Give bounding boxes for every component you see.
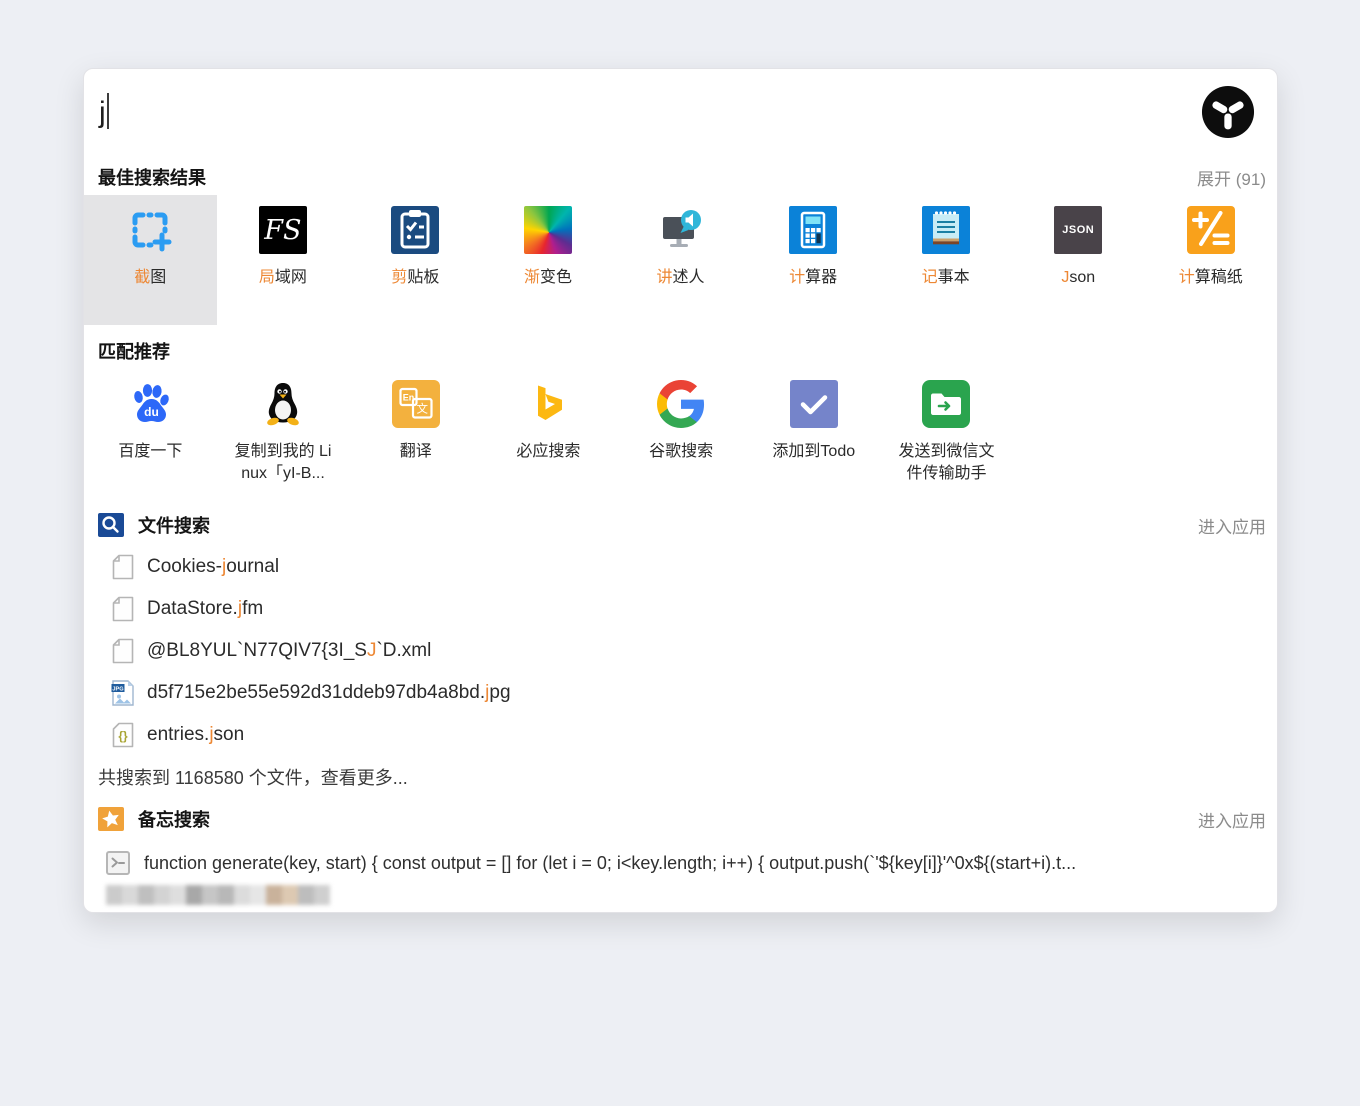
- terminal-icon: [106, 851, 130, 875]
- launcher-window: j 最佳搜索结果 展开 (91): [83, 68, 1278, 913]
- fs-lan-icon: FS: [259, 206, 307, 254]
- tile-label: 必应搜索: [499, 441, 597, 463]
- svg-text:{}: {}: [118, 729, 128, 743]
- text-caret: [107, 93, 109, 129]
- tile-copy-to-linux[interactable]: 复制到我的 Linux「yI-B...: [217, 369, 350, 512]
- tile-screenshot[interactable]: 截图: [84, 195, 217, 325]
- screenshot-icon: [126, 206, 174, 254]
- tile-label: 讲述人: [632, 267, 730, 289]
- tile-clipboard[interactable]: 剪贴板: [349, 195, 482, 325]
- file-result-row[interactable]: JPG d5f715e2be55e592d31ddeb97db4a8bd.jpg: [84, 672, 1277, 714]
- file-name: DataStore.jfm: [147, 598, 263, 620]
- section-title-memo: 备忘搜索: [138, 806, 210, 832]
- document-icon: [111, 637, 135, 665]
- tile-label: 百度一下: [101, 441, 199, 463]
- memo-result-row[interactable]: function generate(key, start) { const ou…: [84, 848, 1277, 878]
- google-icon: [657, 380, 705, 428]
- file-search-header: 文件搜索 进入应用: [84, 512, 1277, 538]
- tile-baidu-search[interactable]: du 百度一下: [84, 369, 217, 512]
- tile-wechat-file-transfer[interactable]: 发送到微信文件传输助手: [880, 369, 1013, 512]
- search-bar: j: [84, 69, 1277, 164]
- section-title-best: 最佳搜索结果: [98, 164, 206, 190]
- color-wheel-icon: [524, 206, 572, 254]
- match-header: 匹配推荐: [84, 338, 1277, 364]
- file-search-app-icon: [98, 513, 124, 537]
- baidu-icon: du: [126, 380, 174, 428]
- file-name: entries.json: [147, 724, 244, 746]
- bing-icon: [524, 380, 572, 428]
- todo-check-icon: [790, 380, 838, 428]
- file-name: @BL8YUL`N77QIV7{3I_SJ`D.xml: [147, 640, 431, 662]
- jpg-file-icon: JPG: [111, 679, 135, 707]
- tile-label: Json: [1029, 267, 1127, 289]
- tile-lan[interactable]: FS 局域网: [217, 195, 350, 325]
- best-results-header: 最佳搜索结果 展开 (91): [84, 164, 1277, 190]
- tile-calc-paper[interactable]: 计算稿纸: [1145, 195, 1278, 325]
- tile-label: 复制到我的 Linux「yI-B...: [234, 441, 332, 484]
- tile-bing-search[interactable]: 必应搜索: [482, 369, 615, 512]
- tux-penguin-icon: [259, 380, 307, 428]
- tile-label: 剪贴板: [366, 267, 464, 289]
- file-results: Cookies-journal DataStore.jfm @BL8YUL`N7…: [84, 546, 1277, 756]
- match-row: du 百度一下 复制到我的 Linux「yI-B...: [84, 369, 1277, 512]
- file-result-row[interactable]: {} entries.json: [84, 714, 1277, 756]
- svg-text:du: du: [145, 405, 160, 419]
- svg-text:JPG: JPG: [112, 686, 123, 692]
- section-title-files: 文件搜索: [138, 512, 210, 538]
- narrator-icon: [657, 206, 705, 254]
- tile-label: 计算器: [764, 267, 862, 289]
- notepad-icon: [922, 206, 970, 254]
- tile-label: 渐变色: [499, 267, 597, 289]
- memo-search-header: 备忘搜索 进入应用: [84, 806, 1277, 832]
- tile-label: 添加到Todo: [765, 441, 863, 463]
- redacted-text: [106, 885, 330, 905]
- document-icon: [111, 553, 135, 581]
- tile-narrator[interactable]: 讲述人: [614, 195, 747, 325]
- svg-text:文: 文: [416, 402, 428, 416]
- tile-label: 翻译: [367, 441, 465, 463]
- file-name: Cookies-journal: [147, 556, 279, 578]
- search-input[interactable]: j: [99, 93, 1277, 130]
- tile-label: 记事本: [897, 267, 995, 289]
- tile-add-to-todo[interactable]: 添加到Todo: [747, 369, 880, 512]
- clipboard-icon: [391, 206, 439, 254]
- section-title-match: 匹配推荐: [98, 338, 170, 364]
- files-enter-app-button[interactable]: 进入应用: [1198, 513, 1266, 538]
- tile-notepad[interactable]: 记事本: [879, 195, 1012, 325]
- file-search-summary[interactable]: 共搜索到 1168580 个文件，查看更多...: [84, 764, 1277, 790]
- wechat-file-icon: [922, 380, 970, 428]
- tile-label: 截图: [101, 267, 199, 289]
- tile-translate[interactable]: En 文 翻译: [349, 369, 482, 512]
- calculator-icon: [789, 206, 837, 254]
- file-result-row[interactable]: @BL8YUL`N77QIV7{3I_SJ`D.xml: [84, 630, 1277, 672]
- memo-star-icon: [98, 807, 124, 831]
- tile-label: 谷歌搜索: [632, 441, 730, 463]
- memo-code-text: function generate(key, start) { const ou…: [144, 853, 1263, 874]
- file-name: d5f715e2be55e592d31ddeb97db4a8bd.jpg: [147, 682, 511, 704]
- utools-logo-icon[interactable]: [1201, 85, 1255, 139]
- tile-json[interactable]: JSON Json: [1012, 195, 1145, 325]
- tile-label: 发送到微信文件传输助手: [897, 441, 995, 484]
- tile-google-search[interactable]: 谷歌搜索: [615, 369, 748, 512]
- tile-label: 局域网: [234, 267, 332, 289]
- file-result-row[interactable]: Cookies-journal: [84, 546, 1277, 588]
- tile-gradient-color[interactable]: 渐变色: [482, 195, 615, 325]
- translate-icon: En 文: [392, 380, 440, 428]
- expand-button[interactable]: 展开 (91): [1197, 165, 1266, 190]
- json-file-icon: {}: [111, 721, 135, 749]
- tile-calculator[interactable]: 计算器: [747, 195, 880, 325]
- best-results-row: 截图 FS 局域网 剪贴板 渐变色: [84, 195, 1277, 325]
- tile-label: 计算稿纸: [1162, 267, 1260, 289]
- memo-enter-app-button[interactable]: 进入应用: [1198, 807, 1266, 832]
- json-app-icon: JSON: [1054, 206, 1102, 254]
- calc-paper-icon: [1187, 206, 1235, 254]
- document-icon: [111, 595, 135, 623]
- file-result-row[interactable]: DataStore.jfm: [84, 588, 1277, 630]
- search-value: j: [99, 96, 106, 129]
